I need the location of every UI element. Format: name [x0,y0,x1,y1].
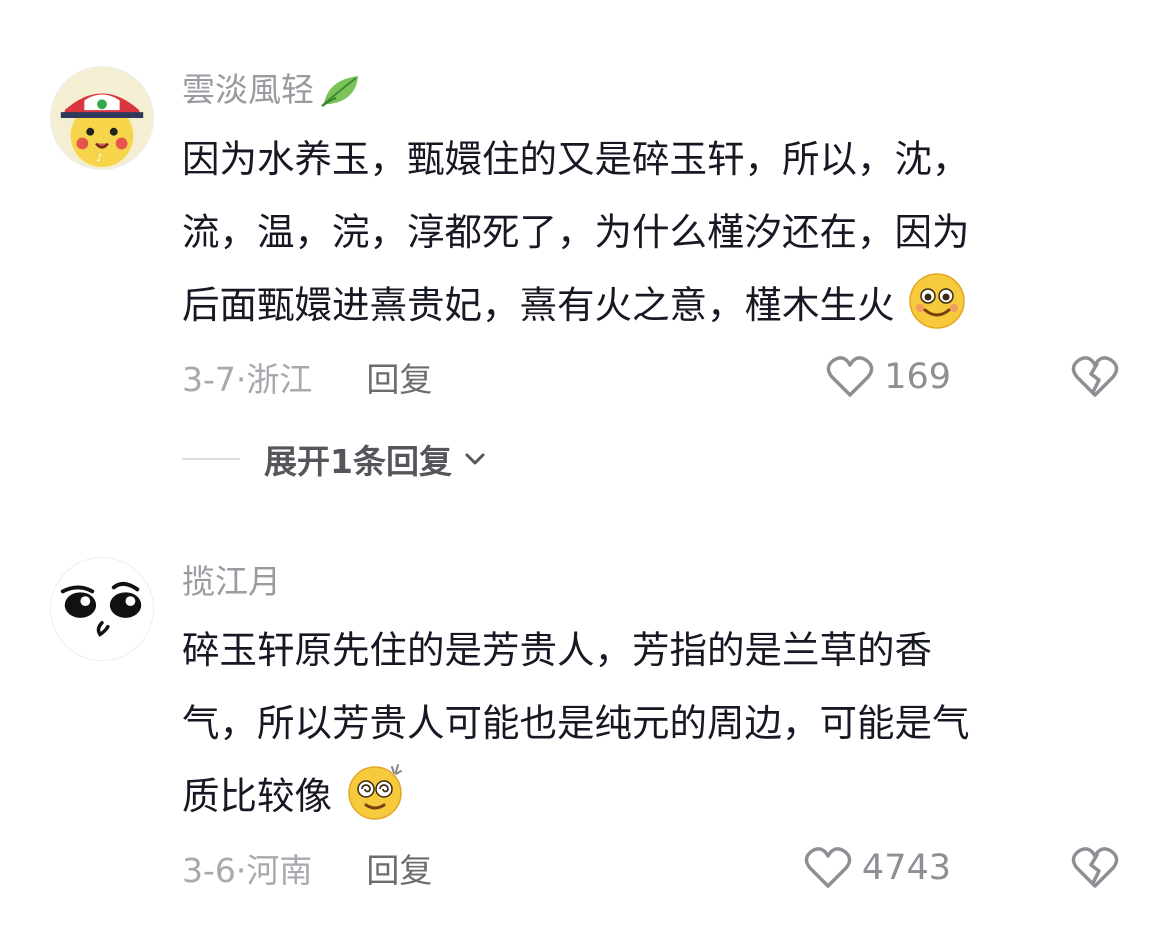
comment-line: 气，所以芳贵人可能也是纯元的周边，可能是气 [182,701,970,745]
username[interactable]: 雲淡風轻 [182,70,364,110]
username[interactable]: 揽江月 [182,562,281,602]
face-avatar-image [51,558,153,660]
reply-button[interactable]: 回复 [366,844,432,892]
comment-meta: 3-6·河南 回复 4743 [182,843,1119,893]
heart-icon [804,847,852,888]
comment-meta: 3-7·浙江 回复 169 [182,352,1119,402]
heart-icon [826,356,874,397]
username-text: 雲淡風轻 [182,70,314,109]
comment-date-location: 3-6·河南 [182,851,313,890]
comment-line-with-emoji: 质比较像 [182,760,1122,833]
comment-text: 因为水养玉，甄嬛住的又是碎玉轩，所以，沈， 流，温，浣，淳都死了，为什么槿汐还在… [182,123,1122,342]
divider-line [182,458,240,460]
expand-replies-button[interactable]: 展开1条回复 [182,436,488,482]
comment-line: 因为水养玉，甄嬛住的又是碎玉轩，所以，沈， [182,137,970,181]
comment-line: 流，温，浣，淳都死了，为什么槿汐还在，因为 [182,210,970,254]
comment-text: 碎玉轩原先住的是芳贵人，芳指的是兰草的香 气，所以芳贵人可能也是纯元的周边，可能… [182,614,1122,833]
broken-heart-icon[interactable] [1071,845,1119,891]
leaf-icon [321,76,358,108]
like-button[interactable]: 4743 [804,846,951,890]
reply-button[interactable]: 回复 [366,353,432,401]
pikachu-avatar-image: ♪ [51,67,153,169]
avatar[interactable]: ♪ [50,66,154,170]
expand-replies-label: 展开1条回复 [264,442,452,481]
svg-text:♪: ♪ [96,153,102,164]
broken-heart-icon[interactable] [1071,354,1119,400]
username-text: 揽江月 [182,562,281,601]
like-count: 4743 [861,848,951,888]
like-button[interactable]: 169 [826,355,951,399]
comment-line: 质比较像 [182,774,332,818]
comment-line: 碎玉轩原先住的是芳贵人，芳指的是兰草的香 [182,628,932,672]
comment-line-with-emoji: 后面甄嬛进熹贵妃，熹有火之意，槿木生火 [182,269,1122,342]
comment-line: 后面甄嬛进熹贵妃，熹有火之意，槿木生火 [182,283,895,327]
avatar[interactable] [50,557,154,661]
like-count: 169 [884,357,951,397]
dizzy-emoji-icon [348,764,402,820]
chevron-down-icon [465,453,485,465]
comment-date-location: 3-7·浙江 [182,360,313,399]
smile-emoji-icon [909,273,966,329]
